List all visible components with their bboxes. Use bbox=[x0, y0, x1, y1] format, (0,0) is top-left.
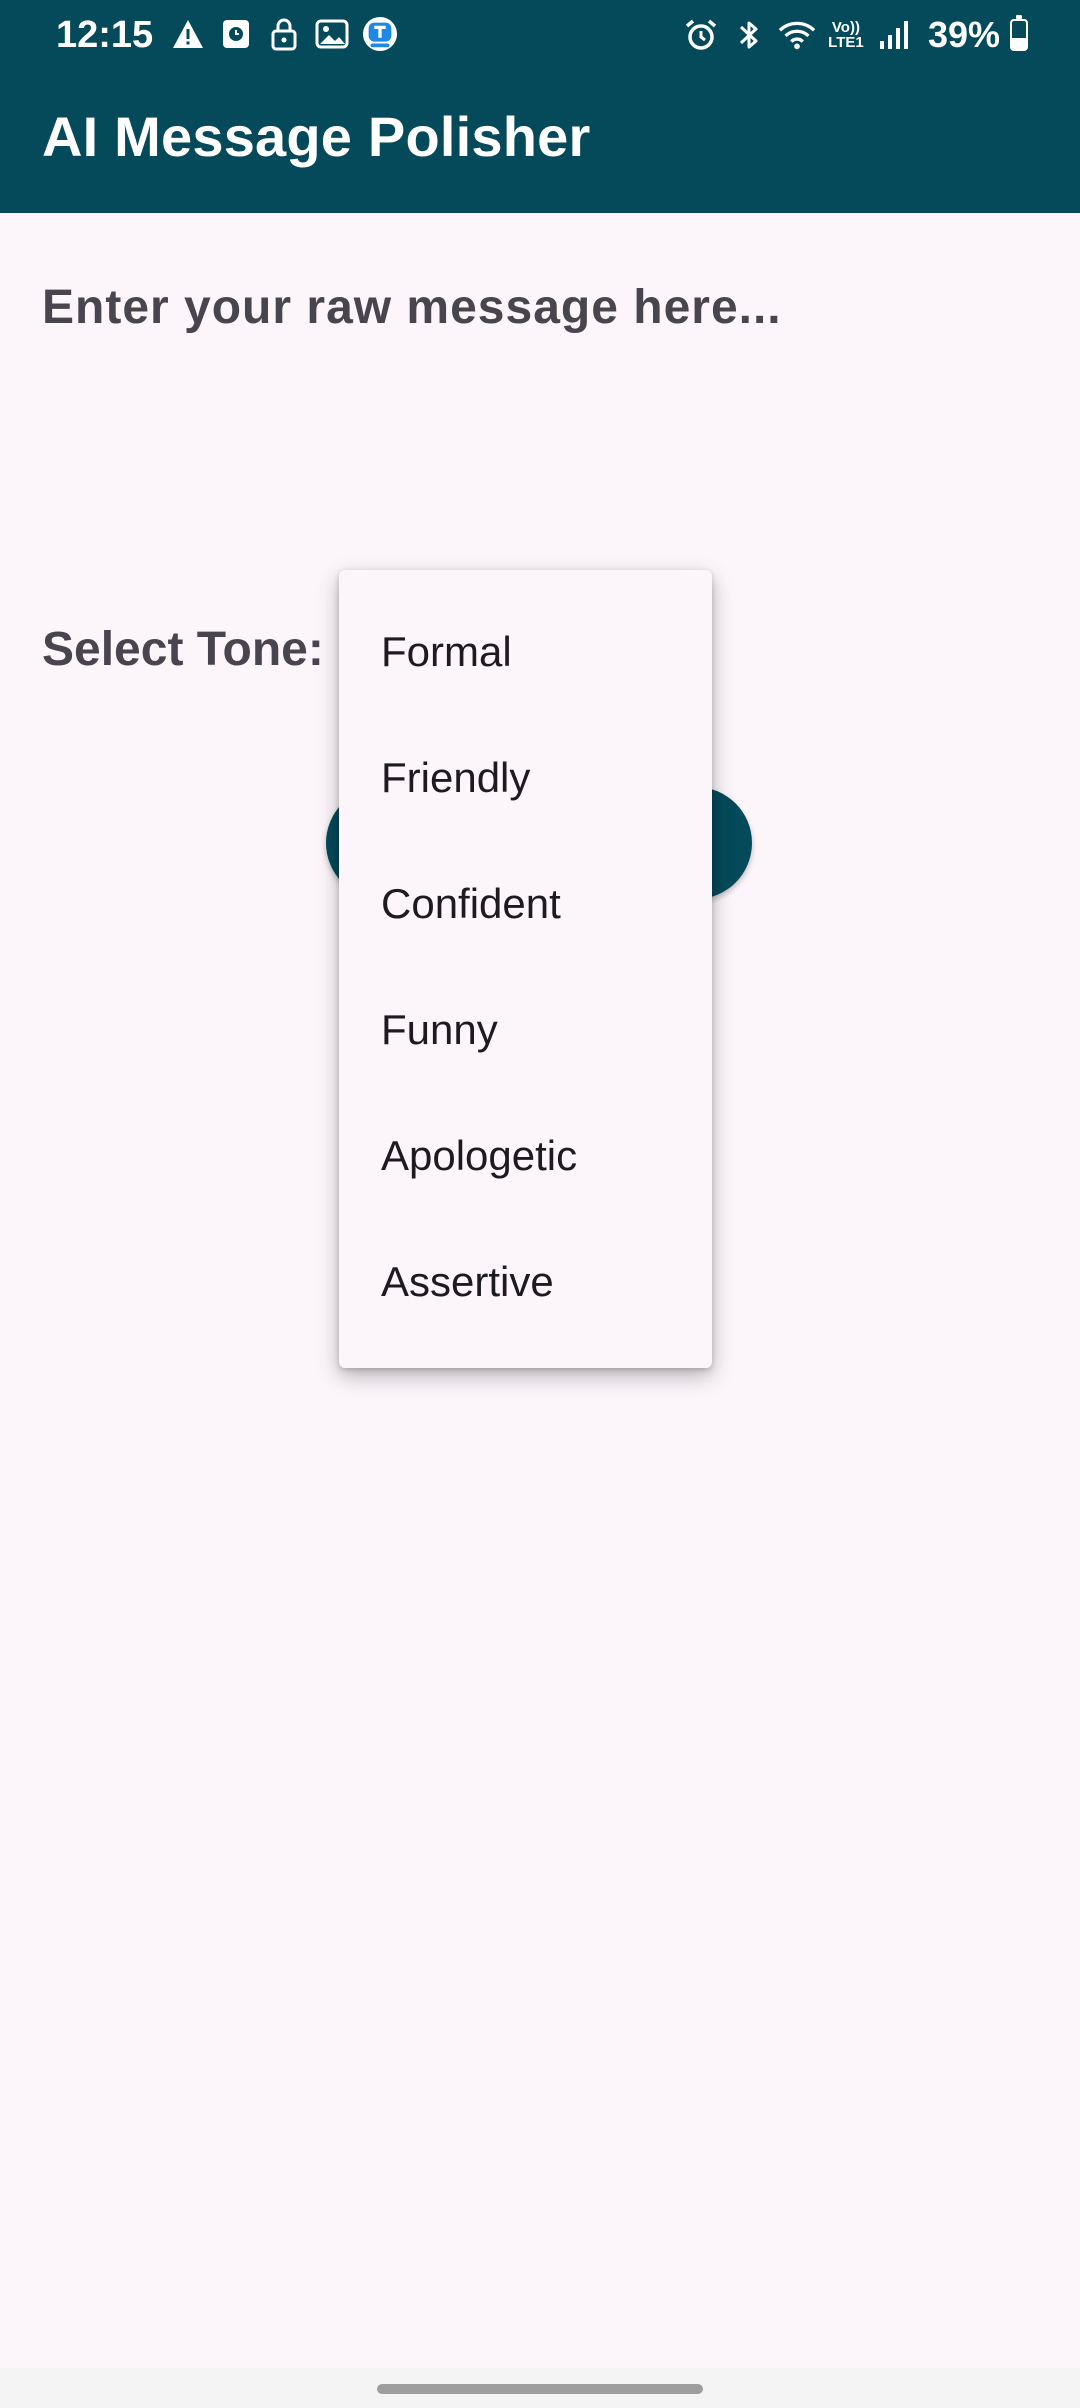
app-notification-icon bbox=[362, 16, 398, 52]
battery-percent: 39% bbox=[927, 14, 1000, 55]
status-system-icons: Vo)) LTE1 39% bbox=[682, 14, 1028, 56]
warning-icon bbox=[170, 16, 206, 52]
tone-option-apologetic[interactable]: Apologetic bbox=[339, 1093, 712, 1219]
status-notification-icons bbox=[170, 16, 398, 52]
tone-option-assertive[interactable]: Assertive bbox=[339, 1219, 712, 1345]
tone-dropdown-menu: Formal Friendly Confident Funny Apologet… bbox=[339, 570, 712, 1368]
volte-text-bottom: LTE1 bbox=[828, 34, 864, 51]
clock-app-icon bbox=[218, 16, 254, 52]
select-tone-label: Select Tone: bbox=[42, 623, 324, 676]
app-title: AI Message Polisher bbox=[42, 105, 591, 168]
signal-icon bbox=[876, 16, 914, 54]
battery-fill bbox=[1012, 38, 1026, 49]
gallery-icon bbox=[314, 16, 350, 52]
volte-icon: Vo)) LTE1 bbox=[826, 20, 866, 50]
tone-option-friendly[interactable]: Friendly bbox=[339, 715, 712, 841]
gesture-handle[interactable] bbox=[377, 2384, 703, 2394]
bluetooth-icon bbox=[730, 16, 768, 54]
alarm-icon bbox=[682, 16, 720, 54]
battery-icon bbox=[1010, 15, 1028, 51]
status-bar: 12:15 Vo)) LTE1 39% bbox=[0, 0, 1080, 72]
tone-option-formal[interactable]: Formal bbox=[339, 589, 712, 715]
wifi-icon bbox=[778, 16, 816, 54]
message-input[interactable] bbox=[42, 280, 1042, 480]
lock-icon bbox=[266, 16, 302, 52]
top-app-header: 12:15 Vo)) LTE1 39% AI Message Polisher bbox=[0, 0, 1080, 213]
tone-option-funny[interactable]: Funny bbox=[339, 967, 712, 1093]
tone-option-confident[interactable]: Confident bbox=[339, 841, 712, 967]
status-time: 12:15 bbox=[56, 14, 154, 56]
